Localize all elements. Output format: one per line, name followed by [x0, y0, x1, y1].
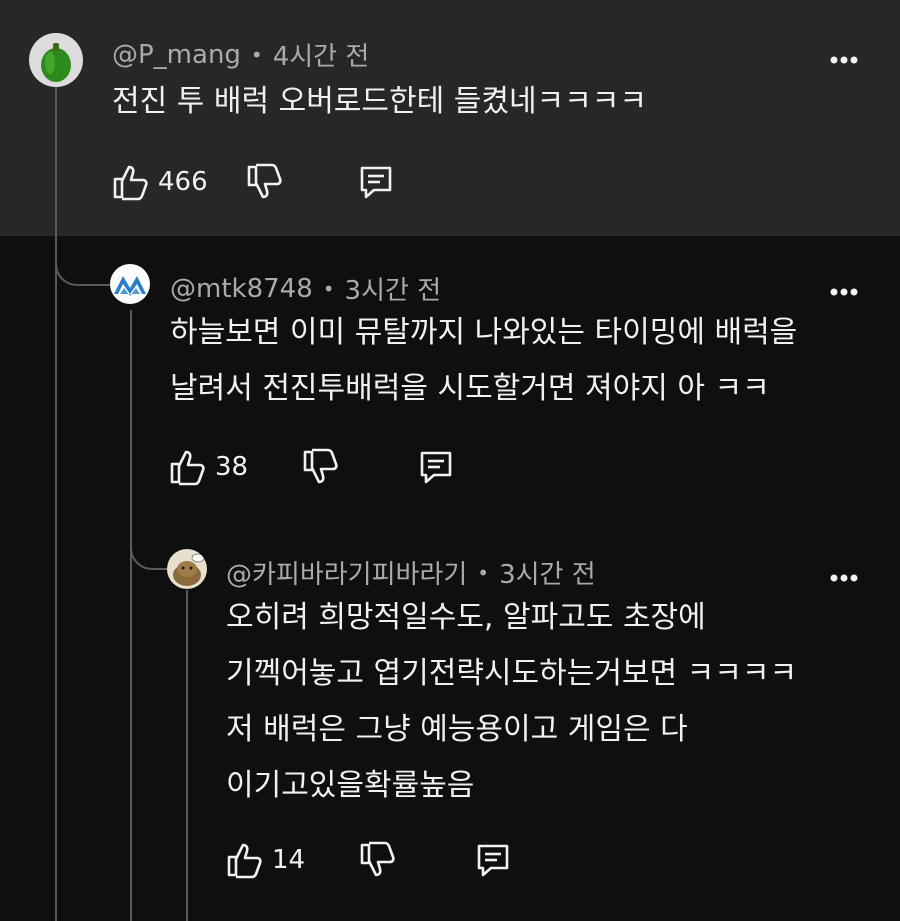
author-name[interactable]: @카피바라기피바라기 — [226, 554, 467, 591]
comment-line: 전진 투 배럭 오버로드한테 들켰네ㅋㅋㅋㅋ — [112, 84, 647, 119]
more-options-button[interactable] — [827, 561, 861, 595]
comment-line: 날려서 전진투배럭을 시도할거면 져야지 아 ㅋㅋ — [170, 371, 770, 406]
more-options-button[interactable] — [827, 43, 861, 77]
comment-actions: 466 — [110, 157, 396, 207]
comment-text: 오히려 희망적일수도, 알파고도 초장에 기껙어놓고 엽기전략시도하는거보면 ㅋ… — [226, 590, 797, 814]
thumbs-down-icon — [247, 163, 282, 199]
comment-meta: @카피바라기피바라기 • 3시간 전 — [226, 554, 596, 591]
comment-line: 하늘보면 이미 뮤탈까지 나와있는 타이밍에 배럭을 — [170, 315, 798, 350]
comment-line: 오히려 희망적일수도, 알파고도 초장에 — [226, 600, 706, 635]
separator-dot: • — [477, 560, 490, 585]
thread-line — [55, 86, 57, 921]
thread-connector — [55, 236, 115, 286]
separator-dot: • — [250, 42, 263, 67]
thumbs-up-icon — [170, 450, 205, 486]
comment-text: 전진 투 배럭 오버로드한테 들켰네ㅋㅋㅋㅋ — [112, 74, 647, 130]
comment-time[interactable]: 4시간 전 — [273, 36, 370, 73]
like-button[interactable]: 466 — [110, 162, 208, 202]
author-name[interactable]: @P_mang — [112, 40, 241, 70]
comment-actions: 38 — [167, 442, 456, 492]
comment-line: 이기고있을확률높음 — [226, 768, 475, 803]
reply-button[interactable] — [356, 162, 396, 202]
reply-comment-icon — [360, 166, 391, 199]
author-name[interactable]: @mtk8748 — [170, 274, 313, 304]
avatar[interactable] — [29, 33, 83, 87]
like-count: 466 — [158, 167, 208, 197]
reply-button[interactable] — [416, 447, 456, 487]
comment-text: 하늘보면 이미 뮤탈까지 나와있는 타이밍에 배럭을 날려서 전진투배럭을 시도… — [170, 305, 797, 417]
thumbs-down-icon — [360, 841, 395, 877]
comment-meta: @P_mang • 4시간 전 — [112, 36, 369, 73]
thread-line — [130, 310, 132, 921]
like-count: 38 — [215, 452, 249, 482]
like-button[interactable]: 38 — [167, 447, 248, 487]
like-button[interactable]: 14 — [224, 840, 305, 880]
thumbs-down-icon — [303, 448, 338, 484]
dislike-button[interactable] — [357, 840, 397, 880]
comment-time[interactable]: 3시간 전 — [345, 270, 442, 307]
thumbs-up-icon — [227, 843, 262, 879]
like-count: 14 — [272, 845, 306, 875]
comment-time[interactable]: 3시간 전 — [499, 554, 596, 591]
avatar[interactable] — [167, 549, 207, 589]
more-vertical-icon — [830, 288, 858, 296]
comment-actions: 14 — [224, 835, 513, 885]
reply-comment-icon — [477, 844, 509, 877]
dislike-button[interactable] — [244, 162, 284, 202]
comment-line: 저 배럭은 그냥 예능용이고 게임은 다 — [226, 712, 688, 747]
comment-meta: @mtk8748 • 3시간 전 — [170, 270, 441, 307]
comment-line: 기껙어놓고 엽기전략시도하는거보면 ㅋㅋㅋㅋ — [226, 656, 798, 691]
dislike-button[interactable] — [300, 447, 340, 487]
reply-button[interactable] — [473, 840, 513, 880]
avatar[interactable] — [110, 264, 150, 304]
more-options-button[interactable] — [827, 275, 861, 309]
thread-connector — [130, 520, 170, 570]
more-vertical-icon — [830, 574, 858, 582]
separator-dot: • — [322, 276, 335, 301]
more-vertical-icon — [830, 56, 858, 64]
thumbs-up-icon — [113, 165, 148, 201]
reply-comment-icon — [420, 451, 452, 484]
thread-line — [186, 590, 188, 921]
